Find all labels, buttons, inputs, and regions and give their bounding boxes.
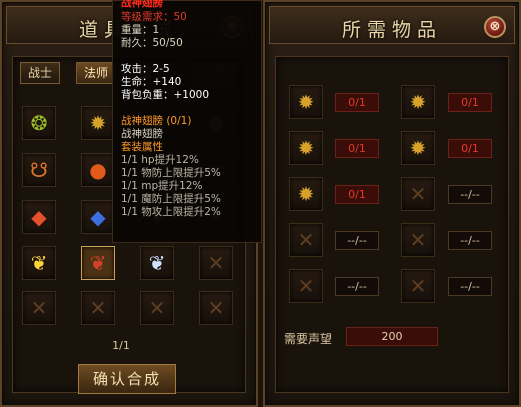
required-item-slot[interactable]: ✕ [401,177,435,211]
item-slot[interactable]: ✕ [22,291,56,325]
gear-medal-icon: ✹ [409,136,427,160]
empty-slot-icon: ✕ [409,274,427,298]
tooltip-line: 1/1 魔防上限提升5% [121,193,221,205]
reputation-label: 需要声望 [284,332,333,346]
empty-slot-icon: ✕ [409,228,427,252]
war-god-wings-icon: ❦ [89,251,107,275]
tooltip-lines: 等级需求：50 重量：1 耐久：50/50 攻击：2-5 生命：+140 背包负重：+10… [121,11,261,219]
empty-slot-icon: ✕ [89,296,107,320]
required-count: 0/1 [448,139,492,158]
required-item-slot[interactable]: ✹ [289,177,323,211]
item-slot[interactable]: ✕ [199,246,233,280]
required-count: --/-- [448,185,492,204]
required-item-slot[interactable]: ✹ [401,131,435,165]
page-indicator: 1/1 [112,339,130,352]
required-items-panel: 所需物品 ⊗ ✹ 0/1 ✹ 0/1 ✹ 0/1 ✹ 0/1 ✹ 0/1 ✕ --/-- ✕ --/-- ✕… [263,0,521,407]
necklace-icon: ❂ [30,111,48,135]
tooltip-line: 战神翅膀 [121,128,163,140]
tooltip-line: 攻击：2-5 [121,63,170,75]
red-crystal-icon: ◆ [31,205,47,229]
item-slot[interactable]: ✕ [140,291,174,325]
dragon-ring-icon: ☋ [30,158,48,182]
item-slot[interactable]: ✕ [81,291,115,325]
gear-medal-icon: ✹ [89,111,107,135]
tooltip-line: 重量：1 [121,24,160,36]
empty-slot-icon: ✕ [30,296,48,320]
gear-medal-icon: ✹ [297,90,315,114]
required-title: 所需物品 [341,19,442,41]
tooltip-line: 背包负重：+1000 [121,89,210,101]
empty-slot-icon: ✕ [148,296,166,320]
empty-slot-icon: ✕ [297,274,315,298]
reputation-value: 200 [346,327,438,346]
required-item-slot[interactable]: ✕ [289,269,323,303]
required-item-slot[interactable]: ✕ [289,223,323,257]
required-title-bar[interactable]: 所需物品 ⊗ [269,6,515,44]
tooltip-line: 1/1 物攻上限提升2% [121,206,221,218]
tooltip-line: 等级需求：50 [121,11,187,23]
item-slot[interactable]: ● [81,153,115,187]
tooltip-item-name: 战神翅膀 [121,0,163,9]
required-count: --/-- [448,277,492,296]
required-count: --/-- [448,231,492,250]
close-icon[interactable]: ⊗ [484,16,506,38]
item-slot[interactable]: ☋ [22,153,56,187]
empty-slot-icon: ✕ [207,251,225,275]
required-count: 0/1 [335,185,379,204]
tooltip-line: 1/1 物防上限提升5% [121,167,221,179]
required-count: --/-- [335,277,379,296]
silver-wings-icon: ❦ [148,251,166,275]
empty-slot-icon: ✕ [207,296,225,320]
tooltip-line: 战神翅膀 (0/1) [121,115,192,127]
tooltip-line [121,102,261,115]
item-slot[interactable]: ✹ [81,106,115,140]
required-count: --/-- [335,231,379,250]
tooltip-line: 生命：+140 [121,76,182,88]
tooltip-line [121,50,261,63]
confirm-compose-button[interactable]: 确认合成 [78,364,176,394]
required-count: 0/1 [448,93,492,112]
item-slot[interactable]: ◆ [81,200,115,234]
item-slot[interactable]: ◆ [22,200,56,234]
gear-medal-icon: ✹ [297,182,315,206]
tab-warrior[interactable]: 战士 [20,62,60,84]
empty-slot-icon: ✕ [409,182,427,206]
gear-medal-icon: ✹ [409,90,427,114]
item-slot[interactable]: ❦ [22,246,56,280]
gear-medal-icon: ✹ [297,136,315,160]
blue-crystal-icon: ◆ [90,205,106,229]
required-item-slot[interactable]: ✹ [289,85,323,119]
tooltip-line: 套装属性 [121,141,163,153]
item-slot[interactable]: ❦ [140,246,174,280]
required-count: 0/1 [335,139,379,158]
required-item-slot[interactable]: ✕ [401,269,435,303]
tab-mage[interactable]: 法师 [76,62,116,84]
tooltip-line: 1/1 hp提升12% [121,154,199,166]
required-count: 0/1 [335,93,379,112]
item-slot[interactable]: ❂ [22,106,56,140]
required-item-slot[interactable]: ✹ [401,85,435,119]
required-item-slot[interactable]: ✕ [401,223,435,257]
tooltip-line: 1/1 mp提升12% [121,180,203,192]
item-tooltip: 战神翅膀 等级需求：50 重量：1 耐久：50/50 攻击：2-5 生命：+140 背包负… [112,0,262,243]
empty-slot-icon: ✕ [297,228,315,252]
fire-orb-icon: ● [89,158,107,182]
tooltip-line: 耐久：50/50 [121,37,183,49]
item-slot[interactable]: ❦ [81,246,115,280]
golden-wings-icon: ❦ [30,251,48,275]
item-slot[interactable]: ✕ [199,291,233,325]
required-item-slot[interactable]: ✹ [289,131,323,165]
